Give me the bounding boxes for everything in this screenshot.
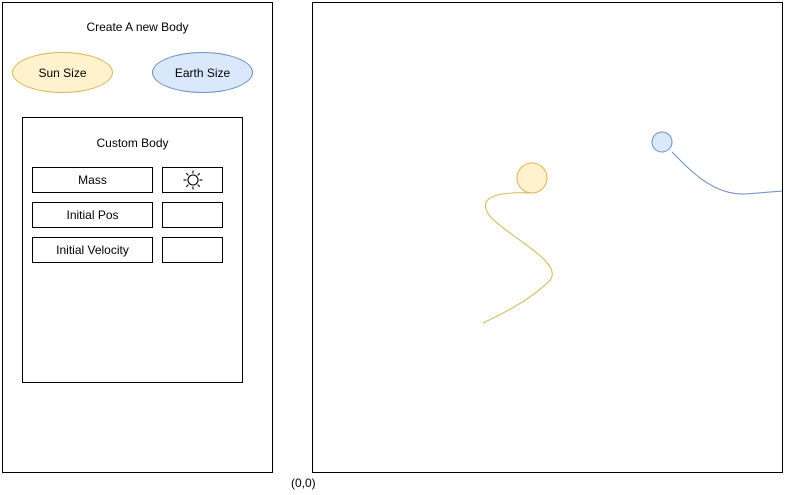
sun-body xyxy=(516,162,548,194)
mass-label: Mass xyxy=(32,167,153,193)
earth-trail xyxy=(671,151,782,195)
earth-size-label: Earth Size xyxy=(174,65,231,80)
origin-label: (0,0) xyxy=(291,476,316,490)
mass-field[interactable] xyxy=(162,167,223,193)
sun-trail xyxy=(482,192,553,324)
custom-body-title: Custom Body xyxy=(96,136,169,150)
sun-size-button[interactable]: Sun Size xyxy=(12,52,113,93)
simulation-canvas[interactable] xyxy=(312,2,783,473)
simulation-drawing xyxy=(482,131,782,324)
earth-body xyxy=(651,131,673,153)
sun-size-label: Sun Size xyxy=(38,65,87,80)
earth-size-button[interactable]: Earth Size xyxy=(152,52,253,93)
initial-pos-label: Initial Pos xyxy=(32,202,153,228)
initial-velocity-field[interactable] xyxy=(162,237,223,263)
initial-velocity-label: Initial Velocity xyxy=(32,237,153,263)
initial-pos-field[interactable] xyxy=(162,202,223,228)
sun-icon xyxy=(183,170,202,190)
panel-title: Create A new Body xyxy=(86,20,189,34)
